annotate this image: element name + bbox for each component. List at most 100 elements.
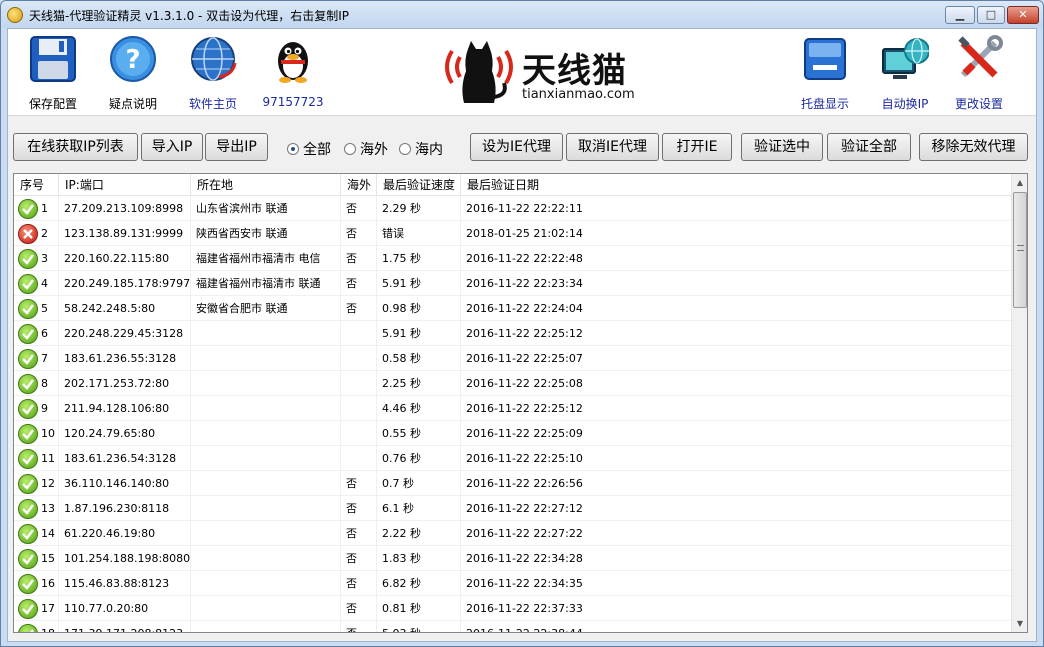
check-ok-icon [18, 474, 38, 494]
cell-abroad: 否 [341, 271, 377, 296]
minimize-button[interactable]: ▁ [945, 6, 975, 24]
radio-all-dot[interactable] [287, 143, 299, 155]
row-seq-number: 12 [41, 477, 55, 490]
title-bar[interactable]: 天线猫-代理验证精灵 v1.3.1.0 - 双击设为代理，右击复制IP ▁ □ … [1, 1, 1043, 28]
header-abroad[interactable]: 海外 [341, 174, 377, 196]
import-ip-button[interactable]: 导入IP [141, 133, 203, 161]
check-ok-icon [18, 299, 38, 319]
table-row[interactable]: 18 171.39.171.208:8123 否5.03 秒2016-11-22 2… [14, 621, 1011, 632]
header-location[interactable]: 所在地 [191, 174, 341, 196]
check-ok-icon [18, 349, 38, 369]
table-row[interactable]: 15 101.254.188.198:8080 否 1.83 秒 2016-11-22 … [14, 546, 1011, 571]
client-area: 保存配置 ? 疑点说明 软件主页 97157723 天线猫 tianxianma… [7, 28, 1037, 642]
radio-domestic[interactable]: 海内 [399, 139, 443, 158]
remove-invalid-proxy-button[interactable]: 移除无效代理 [919, 133, 1028, 161]
row-seq-number: 15 [41, 552, 55, 565]
header-speed[interactable]: 最后验证速度 [377, 174, 461, 196]
radio-all-label: 全部 [303, 142, 331, 158]
fetch-online-ip-button[interactable]: 在线获取IP列表 [13, 133, 138, 161]
table-row[interactable]: 11 183.61.236.54:3128 0.76 秒 2016-11-22 22:… [14, 446, 1011, 471]
change-settings-label: 更改设置 [954, 97, 1003, 111]
proxy-list-table[interactable]: 序号 IP:端口 所在地 海外 最后验证速度 最后验证日期 1 27.209.21… [13, 173, 1028, 633]
save-config-button[interactable]: 保存配置 [14, 33, 92, 113]
radio-all[interactable]: 全部 [287, 139, 331, 158]
verify-all-button[interactable]: 验证全部 [827, 133, 911, 161]
scroll-up-arrow[interactable]: ▲ [1012, 174, 1027, 191]
table-row[interactable]: 9 211.94.128.106:80 4.46 秒 2016-11-22 22:25… [14, 396, 1011, 421]
cell-speed: 2.22 秒 [377, 521, 461, 546]
homepage-button[interactable]: 软件主页 [174, 33, 252, 113]
cell-seq: 18 [14, 621, 59, 632]
header-date[interactable]: 最后验证日期 [461, 174, 1011, 196]
scroll-thumb[interactable] [1013, 192, 1027, 308]
table-row[interactable]: 5 58.242.248.5:80 安徽省合肥市 联通否 0.98 秒 2016-11-… [14, 296, 1011, 321]
cell-date: 2016-11-22 22:34:35 [466, 577, 583, 590]
cell-location [191, 396, 341, 421]
header-seq[interactable]: 序号 [14, 174, 59, 196]
cell-date: 2016-11-22 22:25:08 [466, 377, 583, 390]
check-ok-icon [18, 624, 38, 632]
table-row[interactable]: 10 120.24.79.65:80 0.55 秒 2016-11-22 22:25:… [14, 421, 1011, 446]
cell-date: 2016-11-22 22:25:09 [466, 427, 583, 440]
table-row[interactable]: 3 220.160.22.115:80 福建省福州市福清市 电信否 1.75 秒 201… [14, 246, 1011, 271]
table-row[interactable]: 16 115.46.83.88:8123 否 6.82 秒 2016-11-22 22:… [14, 571, 1011, 596]
table-row[interactable]: 14 61.220.46.19:80 否 2.22 秒 2016-11-22 22:27… [14, 521, 1011, 546]
table-row[interactable]: 2 123.138.89.131:9999 陕西省西安市 联通否错误 2018-01-… [14, 221, 1011, 246]
table-row[interactable]: 7 183.61.236.55:3128 0.58 秒 2016-11-22 22:2… [14, 346, 1011, 371]
auto-switch-ip-button[interactable]: 自动换IP [866, 33, 944, 113]
table-row[interactable]: 17 110.77.0.20:80 否 0.81 秒 2016-11-22 22:37:… [14, 596, 1011, 621]
vertical-scrollbar[interactable]: ▲ ▼ [1011, 174, 1027, 632]
verify-selected-button[interactable]: 验证选中 [741, 133, 823, 161]
cell-location [191, 446, 341, 471]
radio-domestic-dot[interactable] [399, 143, 411, 155]
check-ok-icon [18, 449, 38, 469]
table-row[interactable]: 13 1.87.196.230:8118 否 6.1 秒 2016-11-22 22:2… [14, 496, 1011, 521]
cell-speed: 1.83 秒 [377, 546, 461, 571]
open-ie-button[interactable]: 打开IE [662, 133, 732, 161]
cell-seq: 2 [14, 221, 59, 246]
table-row[interactable]: 1 27.209.213.109:8998 山东省滨州市 联通否 2.29 秒 2016… [14, 196, 1011, 221]
qq-contact-button[interactable]: 97157723 [254, 33, 332, 113]
cell-ip-port: 58.242.248.5:80 [59, 296, 191, 321]
table-row[interactable]: 4 220.249.185.178:9797 福建省福州市福清市 联通否 5.91 秒… [14, 271, 1011, 296]
cell-ip-port: 183.61.236.55:3128 [59, 346, 191, 371]
scroll-down-arrow[interactable]: ▼ [1012, 615, 1027, 632]
cancel-ie-proxy-button[interactable]: 取消IE代理 [566, 133, 659, 161]
tray-display-button[interactable]: 托盘显示 [786, 33, 864, 113]
row-seq-number: 8 [41, 377, 48, 390]
cell-seq: 17 [14, 596, 59, 621]
table-row[interactable]: 6 220.248.229.45:3128 5.91 秒 2016-11-22 22:… [14, 321, 1011, 346]
cell-ip-port: 36.110.146.140:80 [59, 471, 191, 496]
row-seq-number: 6 [41, 327, 48, 340]
row-seq-number: 2 [41, 227, 48, 240]
cell-date: 2016-11-22 22:22:11 [466, 202, 583, 215]
close-button[interactable]: ✕ [1007, 6, 1039, 24]
tray-display-label: 托盘显示 [800, 97, 849, 111]
monitor-globe-icon [882, 38, 929, 79]
cell-seq: 3 [14, 246, 59, 271]
app-window: 天线猫-代理验证精灵 v1.3.1.0 - 双击设为代理，右击复制IP ▁ □ … [0, 0, 1044, 647]
cell-ip-port: 115.46.83.88:8123 [59, 571, 191, 596]
check-ok-icon [18, 499, 38, 519]
row-seq-number: 9 [41, 402, 48, 415]
header-ip-port[interactable]: IP:端口 [59, 174, 191, 196]
radio-abroad-dot[interactable] [344, 143, 356, 155]
cell-ip-port: 61.220.46.19:80 [59, 521, 191, 546]
export-ip-button[interactable]: 导出IP [205, 133, 268, 161]
window-title: 天线猫-代理验证精灵 v1.3.1.0 - 双击设为代理，右击复制IP [29, 9, 349, 23]
help-button[interactable]: ? 疑点说明 [94, 33, 172, 113]
cell-date: 2016-11-22 22:25:10 [466, 452, 583, 465]
app-cat-icon [7, 7, 23, 23]
cell-ip-port: 27.209.213.109:8998 [59, 196, 191, 221]
toolbar: 保存配置 ? 疑点说明 软件主页 97157723 天线猫 tianxianma… [8, 29, 1036, 115]
maximize-button[interactable]: □ [977, 6, 1005, 24]
set-ie-proxy-button[interactable]: 设为IE代理 [470, 133, 563, 161]
cell-ip-port: 123.138.89.131:9999 [59, 221, 191, 246]
cell-location: 福建省福州市福清市 联通 [191, 271, 341, 296]
change-settings-button[interactable]: 更改设置 [940, 33, 1018, 113]
cell-date: 2016-11-22 22:25:12 [466, 402, 583, 415]
table-row[interactable]: 12 36.110.146.140:80 否 0.7 秒 2016-11-22 22:2… [14, 471, 1011, 496]
row-seq-number: 13 [41, 502, 55, 515]
table-row[interactable]: 8 202.171.253.72:80 2.25 秒 2016-11-22 22:25… [14, 371, 1011, 396]
radio-abroad[interactable]: 海外 [344, 139, 388, 158]
